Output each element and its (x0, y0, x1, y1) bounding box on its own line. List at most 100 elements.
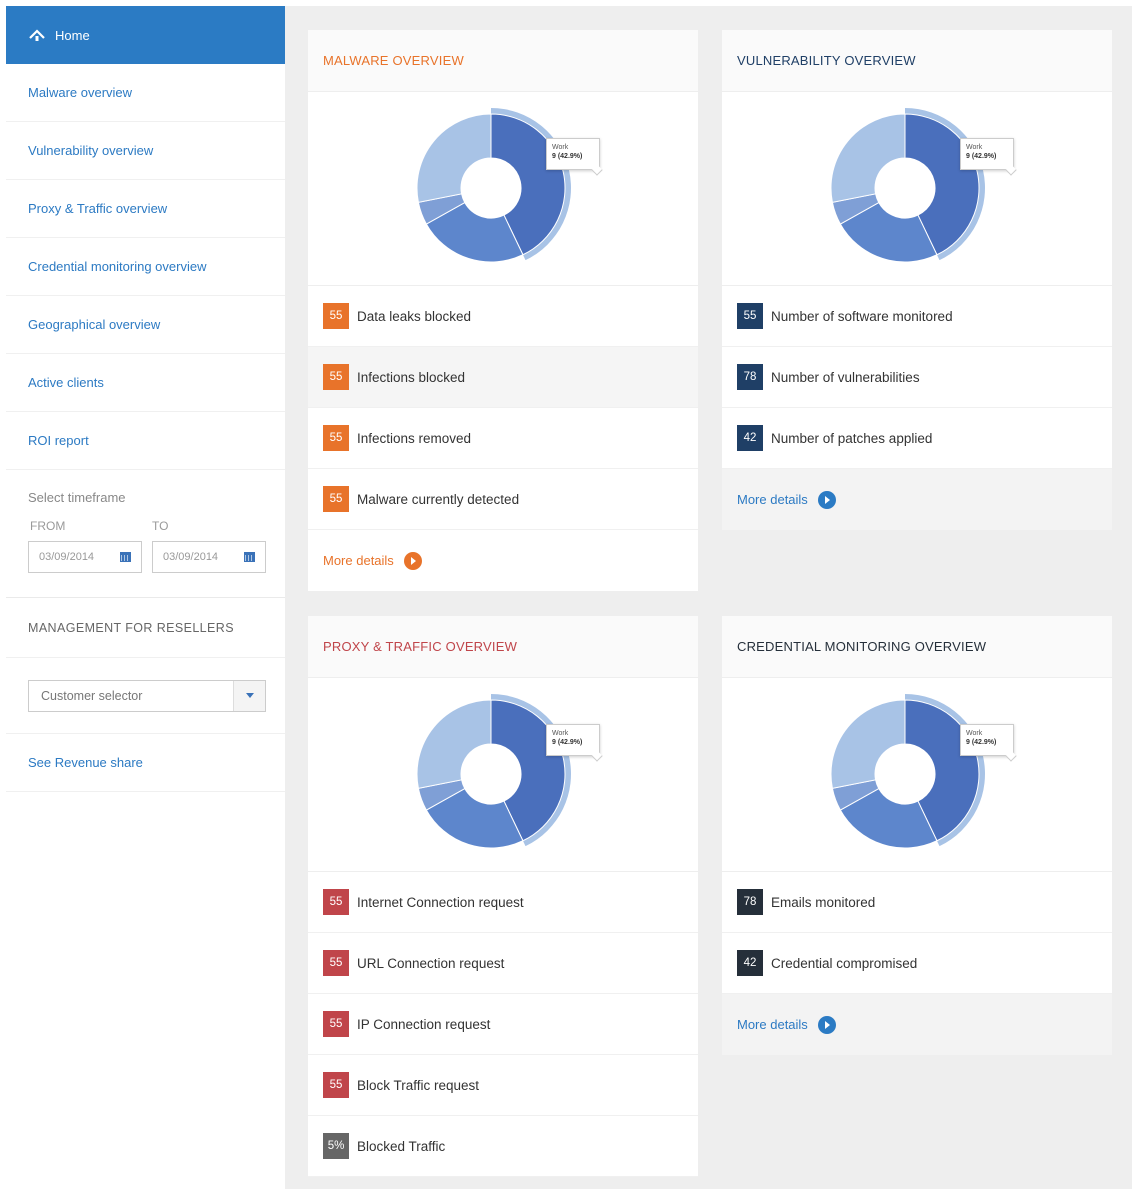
proxy-donut-chart (416, 694, 571, 849)
count-badge: 42 (737, 950, 763, 976)
list-item: 55 Infections removed (308, 408, 698, 469)
management-title: MANAGEMENT FOR RESELLERS (6, 598, 285, 658)
sidebar-item-geographical[interactable]: Geographical overview (6, 296, 285, 354)
to-date-value: 03/09/2014 (163, 551, 219, 563)
chart-tooltip: Work 9 (42.9%) (546, 138, 600, 170)
donut-slice[interactable] (416, 113, 492, 203)
arrow-right-icon[interactable] (817, 490, 836, 509)
sidebar: Home Malware overview Vulnerability over… (6, 6, 286, 1189)
row-label: Blocked Traffic (357, 1138, 446, 1154)
calendar-icon[interactable] (244, 552, 255, 562)
row-label: URL Connection request (357, 955, 505, 971)
sidebar-item-label: Malware overview (28, 85, 133, 100)
credential-donut-chart (830, 694, 985, 849)
chart-tooltip: Work 9 (42.9%) (546, 724, 600, 756)
more-details-label: More details (737, 1017, 808, 1032)
count-badge: 55 (323, 950, 349, 976)
count-badge: 42 (737, 425, 763, 451)
donut-slice[interactable] (830, 113, 906, 203)
credential-card: CREDENTIAL MONITORING OVERVIEW Work 9 (4… (722, 616, 1112, 1055)
tooltip-value: 9 (42.9%) (966, 739, 997, 746)
more-details-link[interactable]: More details (308, 530, 698, 591)
list-item: 55 Number of software monitored (722, 286, 1112, 347)
credential-chart: Work 9 (42.9%) (722, 678, 1112, 872)
timeframe-title: Select timeframe (28, 490, 126, 505)
sidebar-item-active-clients[interactable]: Active clients (6, 354, 285, 412)
sidebar-item-roi-report[interactable]: ROI report (6, 412, 285, 470)
row-label: Data leaks blocked (357, 308, 472, 324)
row-label: Infections removed (357, 430, 472, 446)
row-label: Block Traffic request (357, 1077, 480, 1093)
count-badge: 55 (323, 425, 349, 451)
sidebar-item-proxy-traffic[interactable]: Proxy & Traffic overview (6, 180, 285, 238)
list-item: 55 Infections blocked (308, 347, 698, 408)
count-badge: 55 (323, 889, 349, 915)
malware-chart: Work 9 (42.9%) (308, 92, 698, 286)
timeframe-labels: FROM TO (28, 519, 285, 533)
list-item: 78 Emails monitored (722, 872, 1112, 933)
count-badge: 55 (323, 1072, 349, 1098)
card-title: CREDENTIAL MONITORING OVERVIEW (722, 616, 1112, 678)
sidebar-item-home[interactable]: Home (6, 6, 285, 64)
count-badge: 78 (737, 364, 763, 390)
tooltip-label: Work (552, 144, 569, 151)
list-item: 42 Number of patches applied (722, 408, 1112, 469)
card-title: VULNERABILITY OVERVIEW (722, 30, 1112, 92)
donut-slice[interactable] (416, 699, 492, 789)
sidebar-item-label: Active clients (28, 375, 104, 390)
list-item: 78 Number of vulnerabilities (722, 347, 1112, 408)
sidebar-item-credential[interactable]: Credential monitoring overview (6, 238, 285, 296)
to-date-field[interactable]: 03/09/2014 (152, 541, 266, 573)
tooltip-label: Work (966, 730, 983, 737)
card-title: MALWARE OVERVIEW (308, 30, 698, 92)
chart-tooltip: Work 9 (42.9%) (960, 138, 1014, 170)
tooltip-label: Work (552, 730, 569, 737)
count-badge: 5% (323, 1133, 349, 1159)
from-date-value: 03/09/2014 (39, 551, 95, 563)
from-date-field[interactable]: 03/09/2014 (28, 541, 142, 573)
count-badge: 78 (737, 889, 763, 915)
more-details-link[interactable]: More details (722, 469, 1112, 530)
from-label: FROM (30, 519, 66, 533)
arrow-right-icon[interactable] (403, 551, 422, 570)
main-content: MALWARE OVERVIEW Work 9 (42.9%) 55 Data l… (286, 6, 1132, 1189)
chevron-down-icon[interactable] (233, 680, 265, 711)
list-item: 55 Internet Connection request (308, 872, 698, 933)
sidebar-item-malware[interactable]: Malware overview (6, 64, 285, 122)
revenue-share-link[interactable]: See Revenue share (6, 734, 285, 792)
customer-selector-wrap: Customer selector (6, 658, 285, 734)
vulnerability-donut-chart (830, 108, 985, 263)
sidebar-item-label: Vulnerability overview (28, 143, 154, 158)
count-badge: 55 (323, 303, 349, 329)
sidebar-item-label: Geographical overview (28, 317, 161, 332)
vulnerability-chart: Work 9 (42.9%) (722, 92, 1112, 286)
tooltip-value: 9 (42.9%) (552, 739, 583, 746)
customer-selector-value: Customer selector (41, 688, 143, 703)
count-badge: 55 (323, 1011, 349, 1037)
arrow-right-icon[interactable] (817, 1015, 836, 1034)
tooltip-label: Work (966, 144, 983, 151)
card-title: PROXY & TRAFFIC OVERVIEW (308, 616, 698, 678)
proxy-card: PROXY & TRAFFIC OVERVIEW Work 9 (42.9%) … (308, 616, 698, 1177)
vulnerability-card: VULNERABILITY OVERVIEW Work 9 (42.9%) 55… (722, 30, 1112, 530)
donut-slice[interactable] (830, 699, 906, 789)
list-item: 55 URL Connection request (308, 933, 698, 994)
row-label: Credential compromised (771, 955, 918, 971)
row-label: Internet Connection request (357, 894, 524, 910)
customer-selector[interactable]: Customer selector (28, 679, 266, 712)
sidebar-item-vulnerability[interactable]: Vulnerability overview (6, 122, 285, 180)
more-details-label: More details (323, 553, 394, 568)
malware-donut-chart (416, 108, 571, 263)
list-item: 55 Data leaks blocked (308, 286, 698, 347)
row-label: Emails monitored (771, 894, 876, 910)
row-label: Number of vulnerabilities (771, 369, 920, 385)
more-details-link[interactable]: More details (722, 994, 1112, 1055)
proxy-chart: Work 9 (42.9%) (308, 678, 698, 872)
tooltip-value: 9 (42.9%) (552, 153, 583, 160)
calendar-icon[interactable] (120, 552, 131, 562)
list-item: 55 IP Connection request (308, 994, 698, 1055)
row-label: Number of software monitored (771, 308, 953, 324)
list-item: 55 Malware currently detected (308, 469, 698, 530)
count-badge: 55 (323, 364, 349, 390)
chart-tooltip: Work 9 (42.9%) (960, 724, 1014, 756)
